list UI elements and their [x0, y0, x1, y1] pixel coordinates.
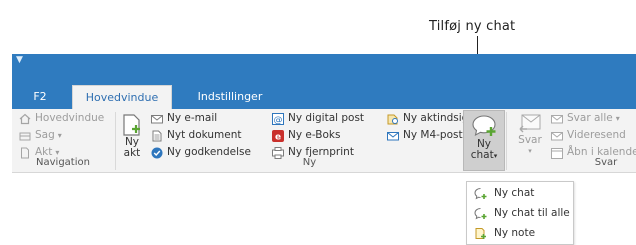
- case-icon: [19, 132, 31, 140]
- nav-hovedvindue[interactable]: Hovedvindue: [19, 111, 104, 126]
- chat-plus-icon: [472, 115, 496, 137]
- ny-chat-dropdown: Ny chat Ny chat til alle Ny note: [466, 181, 574, 245]
- dropdown-item-ny-chat[interactable]: Ny chat: [467, 184, 534, 202]
- calendar-icon: [551, 147, 563, 159]
- ribbon: Hovedvindue Sag ▾ Akt ▾ Navigation Ny ak…: [12, 109, 636, 173]
- dropdown-item-ny-note[interactable]: Ny note: [467, 224, 535, 242]
- ny-email-label: Ny e-mail: [167, 112, 218, 124]
- chevron-down-icon: ▾: [528, 147, 532, 155]
- dropdown-item-ny-chat-label: Ny chat: [494, 187, 535, 199]
- ny-digital-post[interactable]: @ Ny digital post: [272, 111, 364, 126]
- videresend[interactable]: Videresend: [551, 128, 626, 143]
- ribbon-tab-bar: F2 Hovedvindue Indstillinger: [12, 85, 636, 110]
- chat-plus-icon: [474, 187, 487, 199]
- chat-plus-icon: [474, 207, 487, 219]
- mail-icon: [151, 114, 163, 123]
- svg-text:e: e: [275, 132, 281, 142]
- new-document-icon: [123, 114, 140, 136]
- chevron-down-icon: ▾: [57, 131, 62, 140]
- nav-sag[interactable]: Sag ▾: [19, 128, 62, 143]
- ny-e-boks-label: Ny e-Boks: [288, 129, 341, 141]
- document-icon: [152, 130, 162, 141]
- tab-indstillinger[interactable]: Indstillinger: [182, 85, 278, 109]
- nyt-dokument[interactable]: Nyt dokument: [151, 128, 241, 143]
- ny-aktindsigt[interactable]: Ny aktindsigt: [387, 111, 472, 126]
- note-plus-icon: [475, 227, 486, 239]
- group-separator: [506, 112, 507, 170]
- svar-button[interactable]: Svar ▾: [511, 113, 549, 157]
- svg-text:@: @: [274, 115, 283, 125]
- ny-e-boks[interactable]: e Ny e-Boks: [272, 128, 340, 143]
- group-label-svar: Svar: [594, 157, 618, 168]
- svar-label: Svar: [518, 134, 542, 146]
- videresend-label: Videresend: [567, 129, 626, 141]
- title-bar: ▼: [12, 54, 636, 85]
- nyt-dokument-label: Nyt dokument: [167, 129, 242, 141]
- group-label-navigation: Navigation: [36, 157, 90, 168]
- ny-m4-post-label: Ny M4-post: [403, 129, 463, 141]
- svar-alle-label: Svar alle: [567, 112, 613, 124]
- reply-all-icon: [551, 114, 563, 123]
- e-boks-icon: e: [272, 129, 284, 142]
- dropdown-item-ny-chat-til-alle[interactable]: Ny chat til alle: [467, 204, 570, 222]
- dropdown-item-ny-chat-til-alle-label: Ny chat til alle: [494, 207, 570, 219]
- at-sign-icon: @: [272, 112, 284, 125]
- tab-f2[interactable]: F2: [24, 85, 56, 109]
- quick-access-caret-icon[interactable]: ▼: [16, 55, 23, 65]
- chevron-down-icon: ▾: [615, 114, 620, 123]
- svar-alle[interactable]: Svar alle ▾: [551, 111, 620, 126]
- ny-email[interactable]: Ny e-mail: [151, 111, 217, 126]
- callout-label: Tilføj ny chat: [429, 19, 516, 34]
- tab-hovedvindue[interactable]: Hovedvindue: [72, 85, 172, 110]
- folder-document-icon: [387, 114, 398, 124]
- ny-akt-button[interactable]: Ny akt: [119, 113, 145, 159]
- forward-icon: [551, 131, 563, 140]
- nav-hovedvindue-label: Hovedvindue: [35, 112, 105, 124]
- ny-digital-post-label: Ny digital post: [288, 112, 365, 124]
- reply-icon: [519, 114, 541, 133]
- nav-sag-label: Sag: [35, 129, 55, 141]
- dropdown-item-ny-note-label: Ny note: [494, 227, 536, 239]
- ny-m4-post[interactable]: Ny M4-post: [387, 128, 463, 143]
- m4-mail-icon: [387, 131, 399, 140]
- home-icon: [19, 113, 31, 124]
- group-label-ny: Ny: [302, 157, 317, 168]
